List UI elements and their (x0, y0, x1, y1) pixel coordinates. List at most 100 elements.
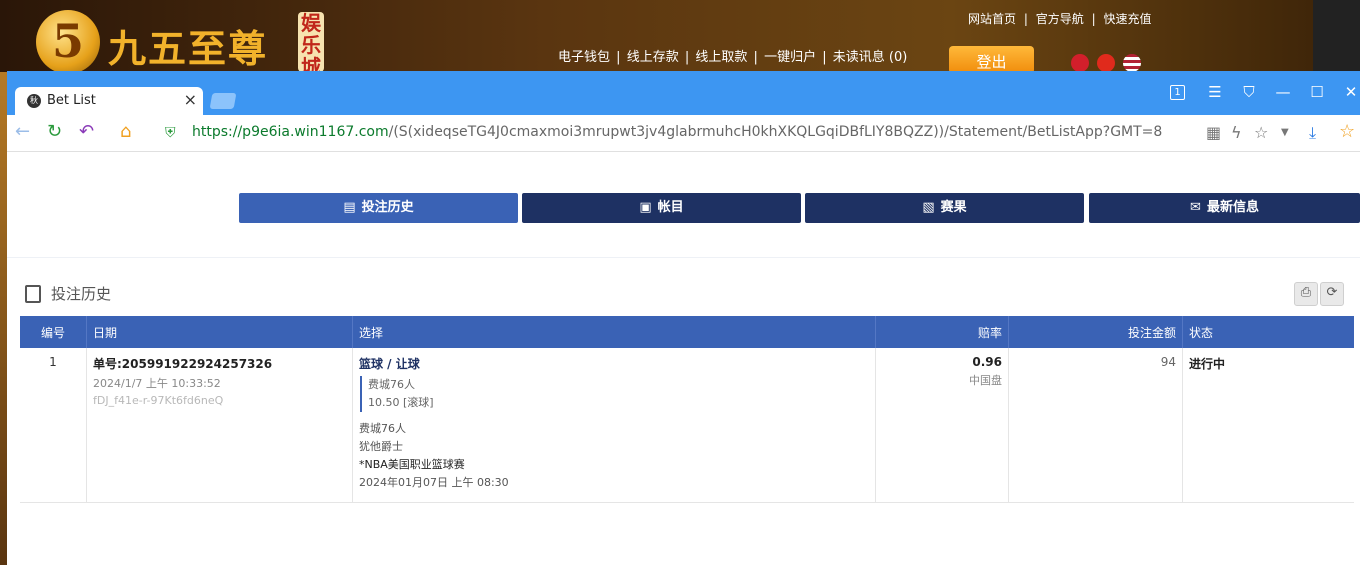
row-no: 1 (20, 348, 87, 503)
table-row: 1 单号:205991922924257326 2024/1/7 上午 10:3… (20, 348, 1354, 503)
col-no: 编号 (20, 316, 87, 348)
favicon-icon: 秋 (27, 94, 41, 108)
tab-title: Bet List (47, 93, 96, 108)
pick-box: 费城76人 10.50 [滚球] (360, 376, 869, 412)
nav-wallet[interactable]: 电子钱包 (558, 50, 610, 65)
back-icon[interactable]: ← (15, 123, 30, 141)
odds-value: 0.96 (972, 355, 1002, 369)
nav-messages[interactable]: 未读讯息 (0) (833, 50, 908, 65)
favorites-icon[interactable]: ☆ (1339, 121, 1355, 142)
tab-bar: 秋 Bet List × 1 ☰ ⛉ — ☐ ✕ (7, 71, 1360, 115)
match-time: 2024年01月07日 上午 08:30 (359, 476, 509, 489)
site-top-links: 网站首页 | 官方导航 | 快速充值 (968, 10, 1155, 27)
site-header: 5 九五至尊 娱乐城 网站首页 | 官方导航 | 快速充值 电子钱包 | 线上存… (0, 0, 1360, 74)
tab-label: 赛果 (940, 200, 967, 215)
page-edge (0, 72, 7, 565)
bolt-icon[interactable]: ϟ (1231, 123, 1242, 142)
menu-icon[interactable]: ☰ (1205, 83, 1225, 101)
browser-window: 秋 Bet List × 1 ☰ ⛉ — ☐ ✕ ← ↻ ↶ ⌂ ⛨ https… (7, 71, 1360, 565)
site-logo-icon[interactable]: 5 (36, 10, 100, 74)
away-team: 犹他爵士 (359, 440, 403, 453)
maximize-icon[interactable]: ☐ (1307, 83, 1327, 101)
logout-button[interactable]: 登出 (949, 46, 1034, 74)
tab-label: 投注历史 (361, 200, 414, 215)
tab-results[interactable]: ▧ 赛果 (805, 193, 1084, 223)
tab-bet-history[interactable]: ▤ 投注历史 (239, 193, 518, 223)
hk-flag-icon[interactable] (1071, 54, 1089, 72)
chevron-down-icon[interactable]: ▼ (1281, 127, 1289, 138)
site-name: 九五至尊 (108, 26, 269, 71)
col-odds: 赔率 (875, 316, 1009, 348)
bet-list-table: 编号 日期 选择 赔率 投注金额 状态 1 单号:205991922924257… (20, 316, 1354, 503)
reload-icon[interactable]: ↻ (47, 123, 62, 141)
site-nav: 电子钱包 | 线上存款 | 线上取款 | 一键归户 | 未读讯息 (0) (558, 46, 909, 65)
status-text: 进行中 (1189, 357, 1226, 371)
divider: | (822, 50, 827, 65)
divider (7, 257, 1360, 258)
tab-label: 最新信息 (1206, 200, 1259, 215)
row-status-cell: 进行中 (1182, 348, 1354, 503)
nav-withdraw[interactable]: 线上取款 (695, 50, 747, 65)
section-title-text: 投注历史 (51, 285, 112, 303)
row-selection-cell: 篮球 / 让球 费城76人 10.50 [滚球] 费城76人 犹他爵士 *NBA… (352, 348, 876, 503)
tab-news[interactable]: ✉ 最新信息 (1089, 193, 1360, 223)
bet-datetime: 2024/1/7 上午 10:33:52 (93, 377, 221, 390)
secure-shield-icon[interactable]: ⛨ (165, 124, 176, 142)
download-icon[interactable]: ⤓ (1309, 123, 1316, 143)
section-title: 投注历史 (25, 283, 111, 304)
stake-value: 94 (1008, 348, 1183, 503)
col-selection: 选择 (352, 316, 876, 348)
window-count-icon[interactable]: 1 (1170, 85, 1185, 100)
nav-consolidate[interactable]: 一键归户 (764, 50, 816, 65)
mail-icon: ✉ (1190, 200, 1201, 215)
qr-icon[interactable]: ▦ (1206, 123, 1221, 142)
site-badge: 娱乐城 (298, 12, 324, 72)
link-official-nav[interactable]: 官方导航 (1036, 12, 1084, 26)
minimize-icon[interactable]: — (1273, 83, 1293, 101)
col-date: 日期 (86, 316, 353, 348)
clipboard-icon (25, 285, 41, 303)
divider: | (753, 50, 758, 65)
row-date-cell: 单号:205991922924257326 2024/1/7 上午 10:33:… (86, 348, 353, 503)
col-status: 状态 (1182, 316, 1354, 348)
refresh-button[interactable]: ⟳ (1320, 282, 1344, 306)
tab-accounts[interactable]: ▣ 帐目 (522, 193, 801, 223)
row-odds-cell: 0.96 中国盘 (875, 348, 1009, 503)
url-field[interactable]: https://p9e6ia.win1167.com/(S(xideqseTG4… (192, 124, 1162, 140)
cn-flag-icon[interactable] (1097, 54, 1115, 72)
divider: | (616, 50, 621, 65)
page-edge (1313, 0, 1360, 72)
pick-line: 10.50 [滚球] (368, 396, 434, 409)
result-icon: ▧ (922, 200, 935, 215)
print-button[interactable]: ⎙ (1294, 282, 1318, 306)
divider: | (1023, 12, 1028, 26)
page-content: ▤ 投注历史 ▣ 帐目 ▧ 赛果 ✉ 最新信息 投注历史 ⎙ ⟳ 编号 日期 选择 赔率… (7, 152, 1360, 565)
odds-type: 中国盘 (969, 374, 1002, 387)
bet-reference: fDJ_f41e-r-97Kt6fd6neQ (93, 394, 224, 407)
bet-type: 篮球 / 让球 (359, 357, 420, 371)
home-icon[interactable]: ⌂ (120, 123, 131, 141)
undo-icon[interactable]: ↶ (79, 123, 94, 141)
refresh-icon: ⟳ (1326, 285, 1338, 300)
table-header: 编号 日期 选择 赔率 投注金额 状态 (20, 316, 1354, 348)
divider: | (1091, 12, 1096, 26)
skin-icon[interactable]: ⛉ (1239, 83, 1259, 101)
address-bar: ← ↻ ↶ ⌂ ⛨ https://p9e6ia.win1167.com/(S(… (7, 115, 1360, 152)
link-home[interactable]: 网站首页 (968, 12, 1016, 26)
nav-deposit[interactable]: 线上存款 (627, 50, 679, 65)
ledger-icon: ▣ (639, 200, 652, 215)
url-host: https://p9e6ia.win1167.com (192, 124, 389, 140)
tab-bet-list[interactable]: 秋 Bet List × (15, 87, 203, 115)
new-tab-button[interactable] (209, 93, 237, 109)
pick-team: 费城76人 (368, 378, 415, 391)
close-icon[interactable]: × (184, 90, 197, 109)
col-stake: 投注金额 (1008, 316, 1183, 348)
url-path: /(S(xideqseTG4J0cmaxmoi3mrupwt3jv4glabrm… (388, 124, 1163, 140)
print-icon: ⎙ (1300, 285, 1312, 300)
link-quick-deposit[interactable]: 快速充值 (1103, 12, 1151, 26)
home-team: 费城76人 (359, 422, 406, 435)
close-window-icon[interactable]: ✕ (1341, 83, 1360, 101)
star-icon[interactable]: ☆ (1254, 123, 1268, 142)
us-flag-icon[interactable] (1123, 54, 1141, 72)
ticket-number: 单号:205991922924257326 (93, 357, 273, 371)
